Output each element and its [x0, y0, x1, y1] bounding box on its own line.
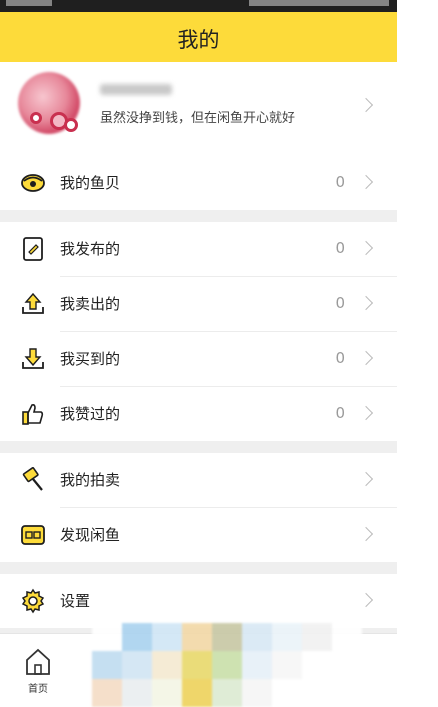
menu-item-label: 我买到的 — [60, 350, 121, 368]
chevron-right-icon — [358, 405, 374, 421]
menu-item-count: 0 — [335, 404, 345, 422]
status-bar-carrier — [6, 0, 52, 6]
menu-item-label: 我赞过的 — [60, 405, 121, 423]
menu-item-published[interactable]: 我发布的 0 — [0, 222, 397, 276]
chevron-right-icon — [358, 174, 374, 190]
status-bar-indicators — [249, 0, 389, 6]
blurred-overlay — [92, 623, 362, 707]
menu-item-label: 设置 — [60, 592, 91, 610]
bought-icon — [22, 348, 44, 369]
shell-icon — [21, 174, 45, 192]
menu-item-label: 我发布的 — [60, 240, 121, 258]
menu-item-count: 0 — [335, 173, 345, 191]
chevron-right-icon — [358, 526, 374, 542]
menu-item-label: 我的拍卖 — [60, 471, 121, 489]
menu-item-count: 0 — [335, 294, 345, 312]
auction-hammer-icon — [22, 467, 43, 491]
menu-item-auction[interactable]: 我的拍卖 — [0, 453, 397, 507]
chevron-right-icon — [358, 240, 374, 256]
page-title: 我的 — [177, 28, 220, 52]
menu-item-label: 我卖出的 — [60, 295, 121, 313]
section-gap — [0, 210, 397, 222]
right-gutter — [397, 0, 438, 707]
gear-icon — [21, 588, 45, 614]
avatar-badge — [30, 112, 42, 124]
menu-item-fish-shell[interactable]: 我的鱼贝 0 — [0, 156, 397, 210]
status-bar — [0, 0, 397, 12]
tab-home-label: 首页 — [28, 684, 48, 695]
menu-item-count: 0 — [335, 349, 345, 367]
fish-box-icon — [21, 525, 45, 545]
chevron-right-icon — [358, 350, 374, 366]
sold-icon — [22, 292, 44, 314]
chevron-right-icon — [358, 295, 374, 311]
menu-item-sold[interactable]: 我卖出的 0 — [0, 277, 397, 331]
menu-item-count: 0 — [335, 239, 345, 257]
profile-signature: 虽然没挣到钱，但在闲鱼开心就好 — [100, 111, 296, 126]
menu-item-discover[interactable]: 发现闲鱼 — [0, 508, 397, 562]
publish-icon — [23, 237, 43, 261]
tab-home[interactable]: 首页 — [20, 644, 56, 695]
menu-item-settings[interactable]: 设置 — [0, 574, 397, 628]
menu-item-label: 我的鱼贝 — [60, 174, 121, 192]
menu-item-label: 发现闲鱼 — [60, 526, 121, 544]
chevron-right-icon — [358, 471, 374, 487]
avatar-badge — [64, 118, 78, 132]
menu-item-bought[interactable]: 我买到的 0 — [0, 332, 397, 386]
username-blurred — [100, 84, 172, 95]
chevron-right-icon — [358, 592, 374, 608]
section-gap — [0, 441, 397, 453]
thumbs-up-icon — [22, 404, 44, 425]
menu-item-liked[interactable]: 我赞过的 0 — [0, 387, 397, 441]
app-header: 我的 — [0, 12, 397, 62]
chevron-right-icon — [358, 97, 374, 113]
section-gap — [0, 562, 397, 574]
home-icon — [26, 648, 50, 675]
